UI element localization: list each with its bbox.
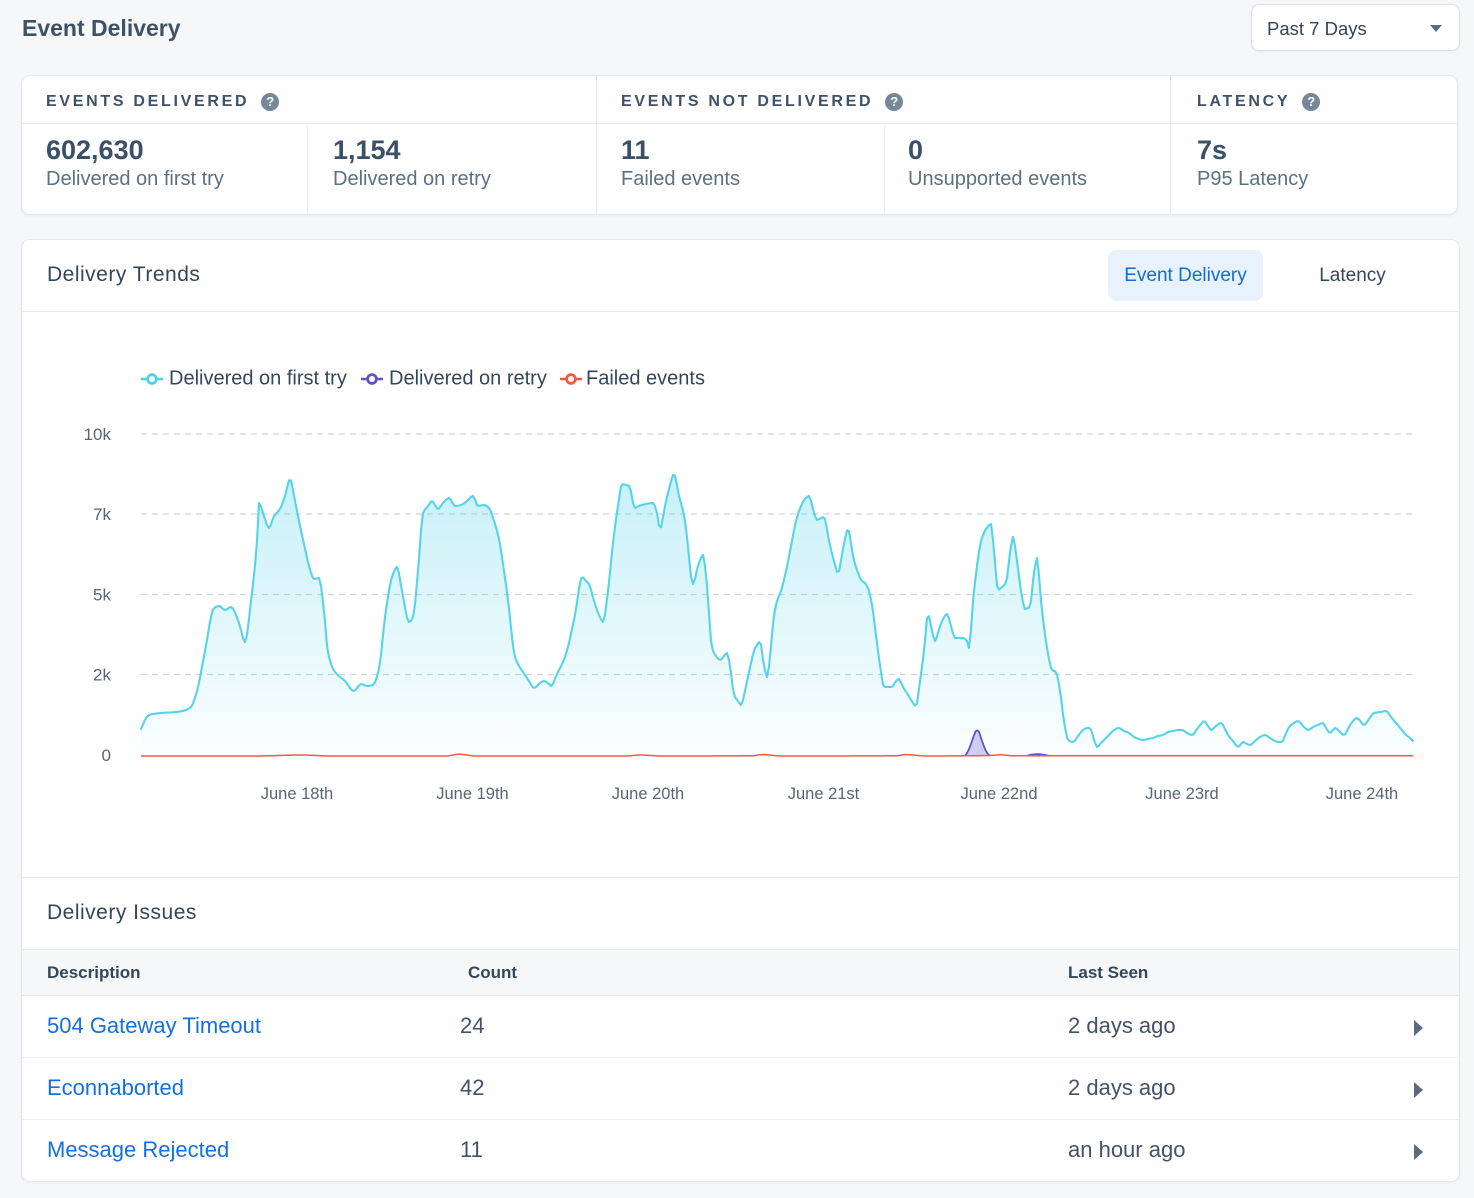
svg-text:2k: 2k <box>93 666 111 685</box>
svg-text:June 21st: June 21st <box>788 785 860 803</box>
svg-text:5k: 5k <box>93 586 111 605</box>
svg-text:June 18th: June 18th <box>261 785 333 803</box>
svg-text:June 19th: June 19th <box>436 785 508 803</box>
svg-text:Failed events: Failed events <box>586 368 705 390</box>
svg-text:June 22nd: June 22nd <box>960 785 1037 803</box>
svg-text:June 24th: June 24th <box>1326 785 1398 803</box>
svg-text:Delivered on first try: Delivered on first try <box>169 368 347 390</box>
svg-text:7k: 7k <box>93 505 111 524</box>
svg-text:June 23rd: June 23rd <box>1145 785 1218 803</box>
svg-text:10k: 10k <box>84 425 112 444</box>
svg-text:Delivered on retry: Delivered on retry <box>389 368 547 390</box>
svg-text:June 20th: June 20th <box>612 785 684 803</box>
svg-text:0: 0 <box>102 746 111 765</box>
